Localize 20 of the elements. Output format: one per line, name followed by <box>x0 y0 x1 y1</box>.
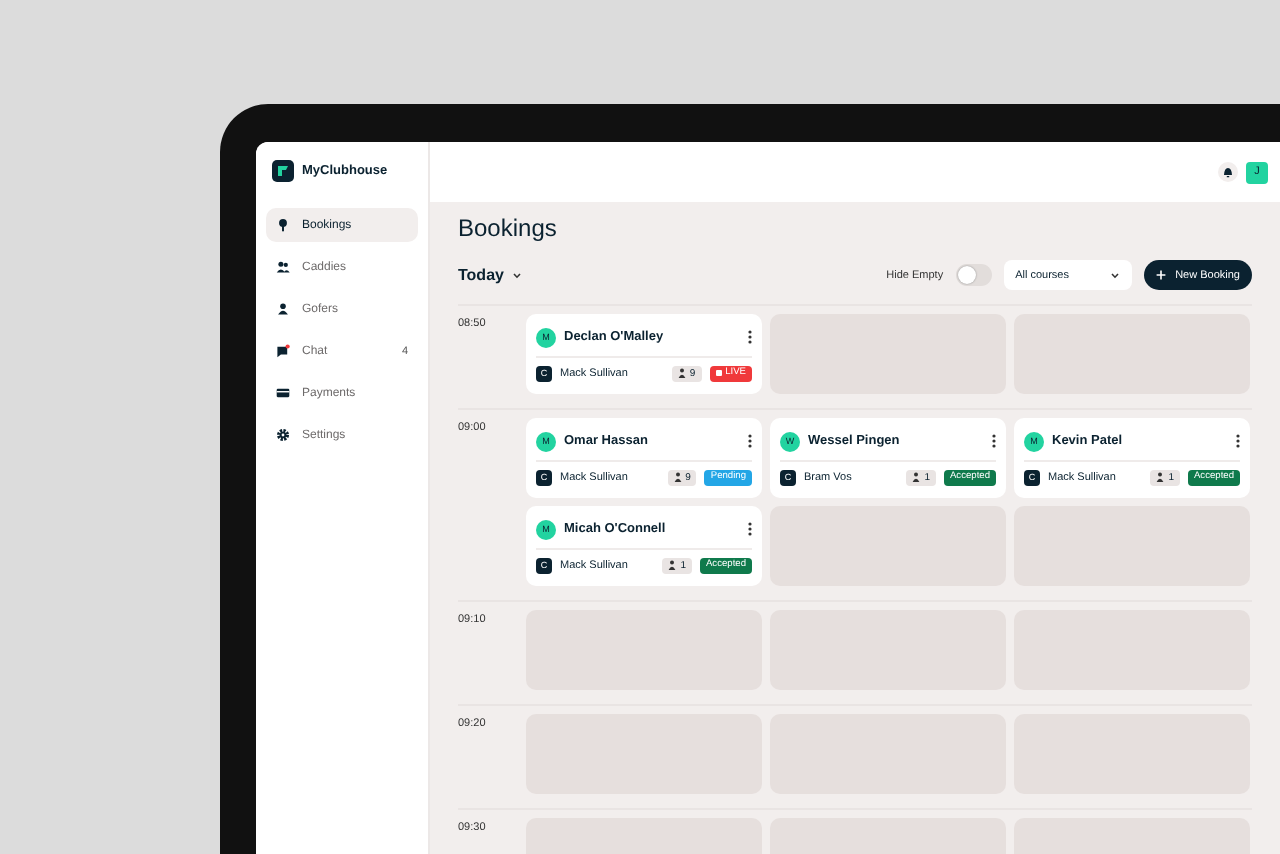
people-icon <box>276 260 290 274</box>
person-icon <box>912 472 921 482</box>
person-icon <box>673 472 682 482</box>
person-icon <box>1156 472 1165 482</box>
gear-icon <box>276 428 290 442</box>
person-icon <box>276 302 290 316</box>
hide-empty-toggle[interactable] <box>955 264 992 286</box>
plus-icon <box>1155 270 1166 280</box>
pin-icon <box>276 218 290 232</box>
chevron-down-icon <box>1109 271 1120 279</box>
chat-icon <box>276 344 290 358</box>
chevron-down-icon <box>511 271 522 279</box>
page-title: Bookings <box>458 214 559 242</box>
notifications-button[interactable] <box>1218 162 1238 182</box>
date-dropdown[interactable]: Today <box>458 266 522 284</box>
card-icon <box>276 386 290 400</box>
logo-icon <box>272 160 294 182</box>
person-icon <box>677 368 686 378</box>
bell-icon <box>1222 166 1234 178</box>
person-icon <box>668 560 677 570</box>
